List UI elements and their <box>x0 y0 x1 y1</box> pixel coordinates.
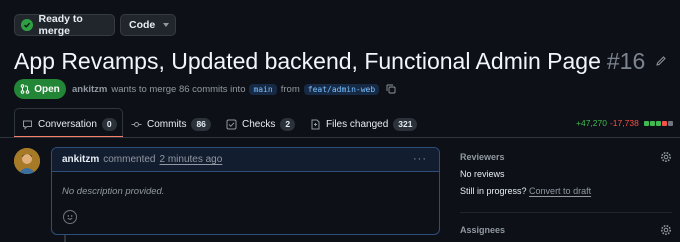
comment-author[interactable]: ankitzm <box>62 154 99 165</box>
gear-icon[interactable] <box>660 151 672 163</box>
code-button[interactable]: Code <box>120 14 176 36</box>
avatar[interactable] <box>14 148 40 174</box>
pr-state-label: Open <box>34 83 60 95</box>
pull-request-icon <box>20 84 30 94</box>
diffstat-blocks <box>643 120 673 126</box>
smiley-icon[interactable] <box>63 210 77 224</box>
tab-label: Checks <box>242 118 276 130</box>
comment-icon <box>22 119 33 130</box>
from-text: from <box>280 83 300 95</box>
diff-deletions: -17,738 <box>609 118 639 128</box>
in-progress-label: Still in progress? <box>460 186 527 196</box>
tabs-divider <box>0 137 680 138</box>
tab-label: Conversation <box>38 118 97 130</box>
tab-counter: 86 <box>191 117 211 131</box>
tab-files-changed[interactable]: Files changed 321 <box>310 114 418 134</box>
draft-prompt: Still in progress? Convert to draft <box>460 186 591 196</box>
pr-meta: ankitzm wants to merge 86 commits into m… <box>72 79 396 99</box>
pr-number: #16 <box>606 47 646 74</box>
comment-action: commented <box>103 154 156 165</box>
pr-author-link[interactable]: ankitzm <box>72 84 107 95</box>
tab-counter: 0 <box>101 117 117 131</box>
convert-to-draft-link[interactable]: Convert to draft <box>529 186 591 196</box>
tab-checks[interactable]: Checks 2 <box>226 114 296 134</box>
assignees-title[interactable]: Assignees <box>460 225 505 235</box>
gear-icon[interactable] <box>660 224 672 236</box>
diff-additions: +47,270 <box>576 118 607 128</box>
comment-box: ankitzm commented 2 minutes ago ··· No d… <box>51 147 440 235</box>
reviewers-title[interactable]: Reviewers <box>460 152 505 162</box>
diffstat-block <box>643 120 649 126</box>
tab-conversation[interactable]: Conversation 0 <box>22 114 117 134</box>
reviewers-value: No reviews <box>460 169 505 179</box>
file-diff-icon <box>310 119 321 130</box>
tab-label: Files changed <box>326 118 389 130</box>
pr-title-row: App Revamps, Updated backend, Functional… <box>14 44 667 78</box>
head-branch[interactable]: feat/admin-web <box>303 83 380 95</box>
tab-commits[interactable]: Commits 86 <box>131 114 211 134</box>
tab-label: Commits <box>147 118 187 130</box>
comment-header: ankitzm commented 2 minutes ago <box>52 148 439 172</box>
kebab-icon[interactable]: ··· <box>413 154 427 165</box>
checklist-icon <box>226 119 237 130</box>
chevron-down-icon <box>163 23 170 27</box>
merge-status-label: Ready to merge <box>38 13 83 37</box>
check-circle-icon <box>21 19 33 31</box>
tab-counter: 321 <box>393 117 418 131</box>
base-branch[interactable]: main <box>249 83 277 95</box>
diffstat: +47,270 -17,738 <box>576 118 673 128</box>
diffstat-block <box>649 120 655 126</box>
timeline-line <box>64 235 66 242</box>
diffstat-block <box>661 120 667 126</box>
diffstat-block <box>667 120 673 126</box>
sidebar-divider <box>460 212 672 213</box>
pencil-icon[interactable] <box>655 55 667 67</box>
ready-to-merge-button[interactable]: Ready to merge <box>14 13 115 37</box>
code-button-label: Code <box>129 19 156 31</box>
diffstat-block <box>655 120 661 126</box>
copy-icon[interactable] <box>386 84 396 94</box>
comment-body: No description provided. <box>62 186 165 197</box>
comment-time[interactable]: 2 minutes ago <box>159 154 222 165</box>
tab-counter: 2 <box>280 117 296 131</box>
merge-text: wants to merge 86 commits into <box>111 83 246 95</box>
pr-state-badge: Open <box>14 79 66 99</box>
commit-icon <box>131 119 142 130</box>
pr-title: App Revamps, Updated backend, Functional… <box>14 47 601 74</box>
